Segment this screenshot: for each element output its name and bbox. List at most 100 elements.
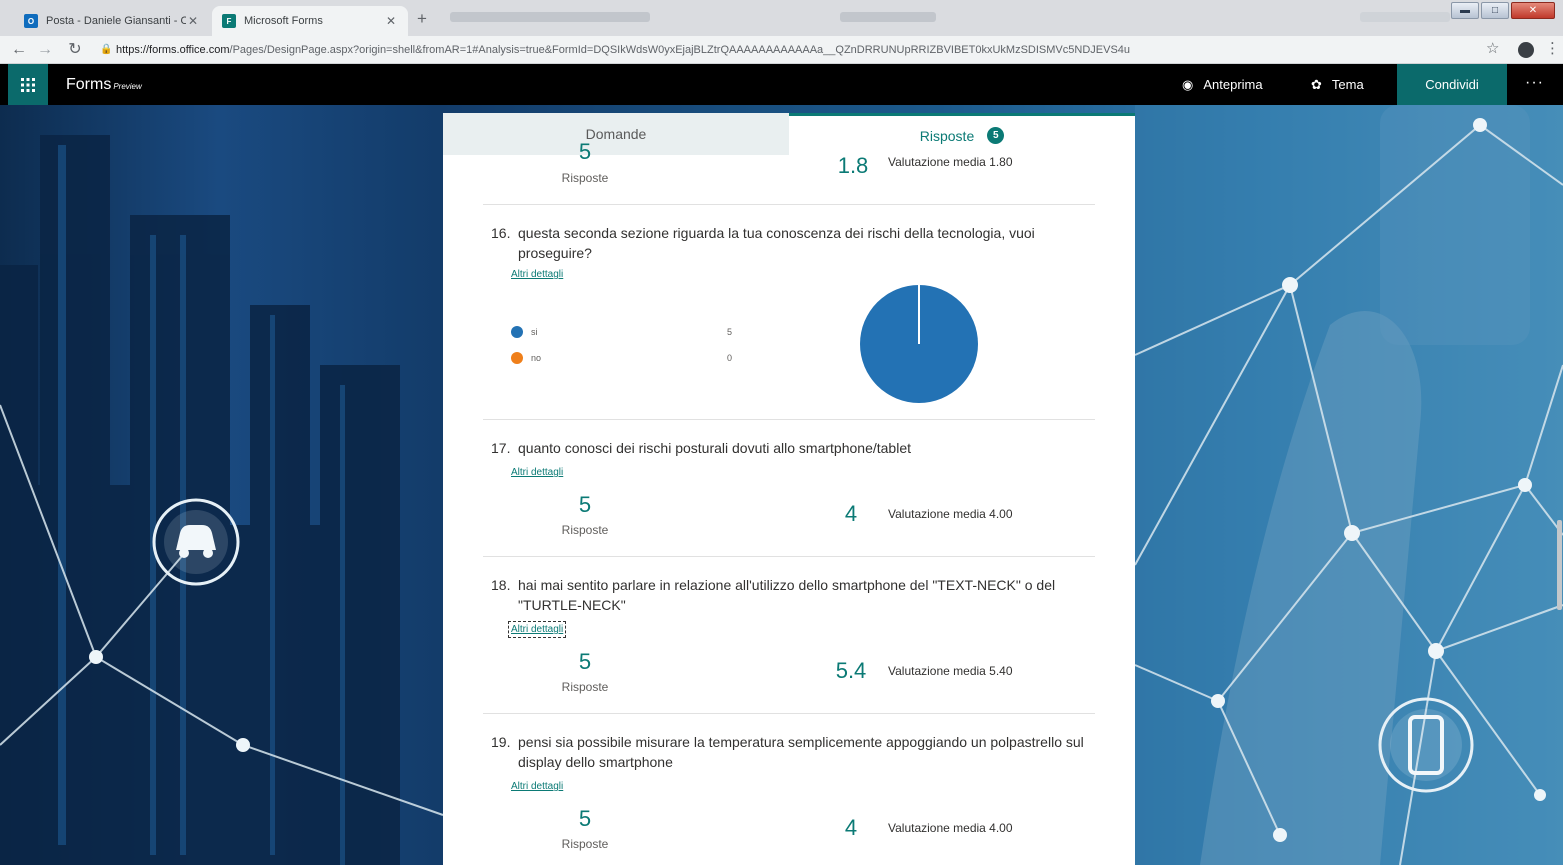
browser-tab-forms[interactable]: F Microsoft Forms ✕ bbox=[212, 6, 408, 36]
share-label: Condividi bbox=[1425, 77, 1479, 92]
responses-count: 5 bbox=[578, 492, 592, 517]
forms-brand[interactable]: Forms Preview bbox=[66, 76, 142, 94]
question-text-line2: "TURTLE-NECK" bbox=[518, 597, 626, 613]
question-17-summary: 17. quanto conosci dei rischi posturali d… bbox=[483, 420, 1095, 557]
question-number: 19. bbox=[491, 734, 511, 750]
question-title: 17. quanto conosci dei rischi posturali d… bbox=[491, 438, 911, 458]
tab-responses[interactable]: Risposte 5 bbox=[789, 113, 1135, 155]
responses-count: 5 bbox=[578, 139, 592, 164]
bookmark-star-icon[interactable]: ☆ bbox=[1486, 39, 1499, 57]
blurred-tab-title bbox=[840, 12, 936, 22]
smartphone-icon bbox=[1378, 697, 1474, 793]
preview-label: Anteprima bbox=[1203, 77, 1263, 92]
question-15-summary: 5 Risposte 1.8 Valutazione media 1.80 bbox=[483, 139, 1095, 205]
question-16-summary: 16. questa seconda sezione riguarda la tu… bbox=[483, 206, 1095, 420]
responses-count: 5 bbox=[578, 649, 592, 674]
average-rating-value: 4 bbox=[844, 501, 858, 526]
average-rating-value: 5.4 bbox=[835, 658, 867, 683]
browser-tab-outlook[interactable]: O Posta - Daniele Giansanti - Outlo ✕ bbox=[14, 6, 210, 36]
brand-name: Forms bbox=[66, 76, 112, 93]
new-tab-button[interactable]: + bbox=[412, 9, 432, 29]
more-details-link[interactable]: Altri dettagli bbox=[511, 781, 563, 792]
average-rating-label: Valutazione media 5.40 bbox=[888, 664, 1013, 678]
waffle-grid-icon bbox=[21, 77, 35, 92]
legend-count: 5 bbox=[727, 327, 733, 337]
average-rating-value: 1.8 bbox=[837, 153, 869, 178]
theme-label: Tema bbox=[1331, 77, 1364, 92]
question-number: 17. bbox=[491, 440, 511, 456]
palette-icon: ✿ bbox=[1311, 77, 1322, 92]
responses-label: Risposte bbox=[561, 680, 609, 694]
reload-icon[interactable]: ↻ bbox=[64, 39, 86, 61]
question-number: 16. bbox=[491, 225, 511, 241]
forms-icon: F bbox=[222, 14, 236, 28]
legend-dot-si bbox=[511, 326, 523, 338]
url-path: /Pages/DesignPage.aspx?origin=shell&from… bbox=[229, 44, 1131, 56]
average-rating-label: Valutazione media 4.00 bbox=[888, 507, 1013, 521]
preview-button[interactable]: ◉ Anteprima bbox=[1182, 77, 1263, 93]
legend-dot-no bbox=[511, 352, 523, 364]
browser-tab-strip: O Posta - Daniele Giansanti - Outlo ✕ F … bbox=[0, 0, 1563, 36]
back-arrow-icon[interactable]: ← bbox=[8, 39, 30, 61]
responses-label: Risposte bbox=[561, 523, 609, 537]
responses-count-badge: 5 bbox=[987, 127, 1005, 144]
share-button[interactable]: Condividi bbox=[1397, 64, 1507, 105]
theme-button[interactable]: ✿ Tema bbox=[1311, 77, 1364, 93]
responses-label: Risposte bbox=[561, 837, 609, 851]
more-details-link[interactable]: Altri dettagli bbox=[511, 269, 563, 280]
question-text: questa seconda sezione riguarda la tua c… bbox=[518, 225, 1035, 241]
more-details-link[interactable]: Altri dettagli bbox=[507, 621, 567, 638]
close-icon[interactable]: ✕ bbox=[186, 14, 200, 28]
legend-label: si bbox=[531, 327, 538, 337]
question-18-summary: 18. hai mai sentito parlare in relazione … bbox=[483, 557, 1095, 714]
url-input[interactable]: 🔒 https://forms.office.com/Pages/DesignP… bbox=[98, 40, 1473, 60]
more-details-link[interactable]: Altri dettagli bbox=[511, 467, 563, 478]
tab-title: Posta - Daniele Giansanti - Outlo bbox=[46, 15, 186, 27]
question-text: hai mai sentito parlare in relazione all… bbox=[518, 577, 1056, 593]
browser-menu-icon[interactable]: ⋮ bbox=[1545, 39, 1560, 57]
question-text-line2: display dello smartphone bbox=[518, 754, 673, 770]
more-options-button[interactable]: ··· bbox=[1525, 74, 1544, 92]
close-icon[interactable]: ✕ bbox=[384, 14, 398, 28]
tab-responses-label: Risposte bbox=[919, 127, 975, 144]
url-host: https://forms.office.com bbox=[116, 44, 230, 56]
brand-preview: Preview bbox=[113, 82, 142, 91]
responses-panel: Domande Risposte 5 5 Risposte 1.8 Valuta… bbox=[443, 113, 1135, 865]
address-bar: ← → ↻ 🔒 https://forms.office.com/Pages/D… bbox=[0, 36, 1563, 64]
legend-item-si: si bbox=[511, 326, 538, 338]
profile-avatar[interactable] bbox=[1518, 42, 1534, 58]
average-rating-value: 4 bbox=[844, 815, 858, 840]
question-text: pensi sia possibile misurare la temperat… bbox=[518, 734, 1084, 750]
question-19-summary: 19. pensi sia possibile misurare la tempe… bbox=[483, 714, 1095, 865]
window-controls: ▬ □ ✕ bbox=[1451, 2, 1555, 19]
tab-questions[interactable]: Domande bbox=[443, 113, 789, 155]
app-launcher-icon[interactable] bbox=[8, 64, 48, 105]
responses-label: Risposte bbox=[561, 171, 609, 185]
eye-icon: ◉ bbox=[1182, 77, 1194, 92]
panel-tabs: Domande Risposte 5 bbox=[443, 113, 1135, 155]
blurred-tab-title bbox=[1360, 12, 1450, 22]
window-close-button[interactable]: ✕ bbox=[1511, 2, 1555, 19]
question-text: quanto conosci dei rischi posturali dovu… bbox=[518, 440, 912, 456]
tab-title: Microsoft Forms bbox=[244, 15, 323, 27]
minimize-button[interactable]: ▬ bbox=[1451, 2, 1479, 19]
responses-count: 5 bbox=[578, 806, 592, 831]
blurred-tab-title bbox=[450, 12, 650, 22]
average-rating-label: Valutazione media 1.80 bbox=[888, 155, 1013, 169]
question-title: 19. pensi sia possibile misurare la tempe… bbox=[491, 732, 1084, 772]
legend-item-no: no bbox=[511, 352, 541, 364]
legend-label: no bbox=[531, 353, 542, 363]
average-rating-label: Valutazione media 4.00 bbox=[888, 821, 1013, 835]
question-text-line2: proseguire? bbox=[518, 245, 592, 261]
scrollbar-thumb[interactable] bbox=[1557, 520, 1562, 610]
pie-chart[interactable] bbox=[859, 284, 979, 404]
lock-icon: 🔒 bbox=[100, 44, 113, 55]
question-title: 18. hai mai sentito parlare in relazione … bbox=[491, 575, 1055, 615]
legend-count: 0 bbox=[727, 353, 733, 363]
forward-arrow-icon[interactable]: → bbox=[34, 39, 56, 61]
more-icon: ··· bbox=[1525, 74, 1544, 91]
car-icon bbox=[152, 498, 240, 586]
outlook-icon: O bbox=[24, 14, 38, 28]
question-number: 18. bbox=[491, 577, 511, 593]
maximize-button[interactable]: □ bbox=[1481, 2, 1509, 19]
